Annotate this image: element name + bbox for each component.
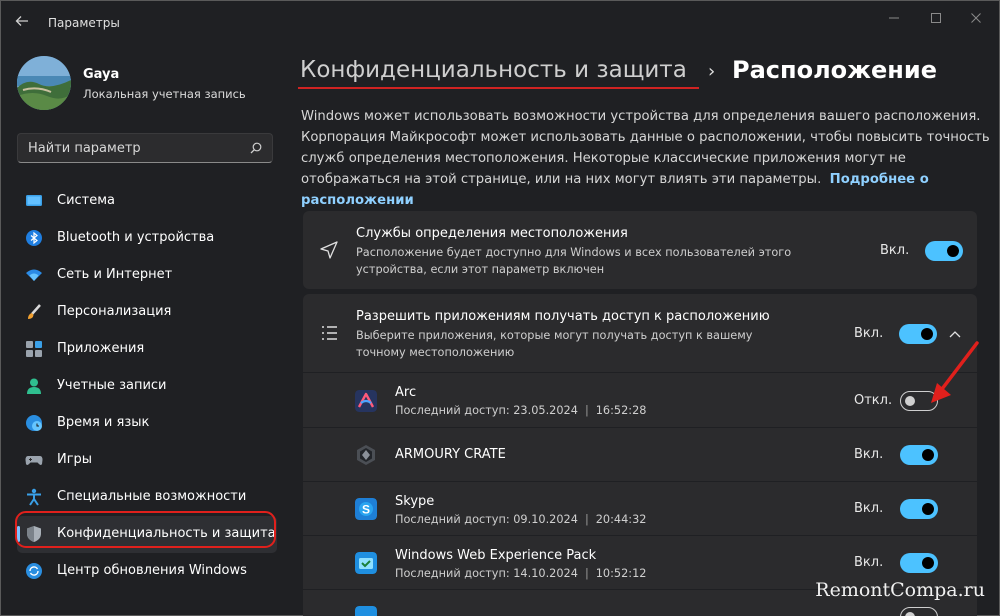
highlight-outline: [15, 511, 276, 548]
location-services-toggle[interactable]: [925, 241, 963, 261]
list-icon: [322, 326, 337, 340]
back-arrow-icon[interactable]: [15, 11, 35, 35]
app-last-access: Последний доступ: 23.05.2024 | 16:52:28: [395, 404, 647, 417]
arc-app-icon: [355, 390, 377, 412]
app-name: Arc: [395, 385, 417, 400]
watermark: RemontCompa.ru: [815, 579, 985, 601]
armoury-crate-app-icon: [357, 445, 375, 465]
location-arrow-icon: [320, 241, 338, 259]
app-name: Windows Web Experience Pack: [395, 548, 597, 563]
app-row-skype: S Skype Последний доступ: 09.10.2024 | 20:…: [303, 481, 977, 535]
partial-app-toggle[interactable]: [900, 607, 938, 616]
app-state: Вкл.: [854, 501, 884, 516]
location-services-card: Службы определения местоположения Распол…: [303, 211, 977, 289]
app-last-access: Последний доступ: 14.10.2024 | 10:52:12: [395, 567, 647, 580]
sidebar-item-apps[interactable]: Приложения: [17, 331, 277, 368]
sidebar-item-bluetooth[interactable]: Bluetooth и устройства: [17, 220, 277, 257]
app-access-state: Вкл.: [854, 326, 884, 341]
update-icon: [26, 563, 42, 579]
app-state: Откл.: [854, 393, 893, 408]
sidebar-item-accounts[interactable]: Учетные записи: [17, 368, 277, 405]
red-arrow-icon: [931, 341, 979, 403]
sidebar-item-windows-update[interactable]: Центр обновления Windows: [17, 553, 277, 590]
skype-app-icon: S: [355, 498, 377, 520]
armoury-crate-toggle[interactable]: [900, 445, 938, 465]
app-title: Параметры: [48, 16, 120, 30]
page-description: Windows может использовать возможности у…: [301, 109, 990, 208]
breadcrumb-separator: ›: [708, 61, 716, 82]
svg-text:S: S: [362, 503, 370, 517]
monitor-icon: [26, 195, 42, 206]
search-input[interactable]: Найти параметр: [17, 133, 273, 163]
chevron-up-icon[interactable]: [949, 329, 961, 339]
highlight-underline: [298, 87, 699, 89]
skype-toggle[interactable]: [900, 499, 938, 519]
profile-account-type: Локальная учетная запись: [83, 87, 246, 101]
search-placeholder: Найти параметр: [28, 141, 141, 156]
sidebar-item-network[interactable]: Сеть и Интернет: [17, 257, 277, 294]
accessibility-icon: [27, 488, 41, 506]
web-experience-pack-toggle[interactable]: [900, 553, 938, 573]
search-icon: [250, 142, 262, 154]
person-icon: [27, 378, 41, 394]
sidebar-item-personalization[interactable]: Персонализация: [17, 294, 277, 331]
app-state: Вкл.: [854, 555, 884, 570]
brush-icon: [28, 304, 41, 319]
page-title: Расположение: [732, 56, 937, 84]
apps-icon: [26, 341, 42, 357]
app-row-arc: Arc Последний доступ: 23.05.2024 | 16:52:2…: [303, 341, 979, 427]
sidebar-item-system[interactable]: Система: [17, 183, 277, 220]
location-services-subtitle: Расположение будет доступно для Windows …: [356, 246, 792, 276]
app-row-armoury-crate: ARMOURY CRATE Вкл.: [303, 427, 977, 481]
sidebar-item-gaming[interactable]: Игры: [17, 442, 277, 479]
app-state: Вкл.: [854, 447, 884, 462]
app-access-subtitle: Выберите приложения, которые могут получ…: [356, 329, 753, 359]
bluetooth-icon: [26, 230, 42, 246]
minimize-button[interactable]: [885, 9, 903, 27]
app-icon: [355, 606, 377, 616]
wifi-icon: [26, 269, 42, 281]
title-bar: Параметры: [1, 1, 1000, 47]
profile-name: Gaya: [83, 67, 120, 82]
sidebar-item-time-language[interactable]: Время и язык: [17, 405, 277, 442]
location-services-title: Службы определения местоположения: [356, 226, 628, 241]
avatar[interactable]: [17, 56, 71, 110]
globe-clock-icon: [26, 415, 42, 431]
app-name: Skype: [395, 494, 435, 509]
location-services-state: Вкл.: [880, 243, 910, 258]
maximize-button[interactable]: [927, 9, 945, 27]
gamepad-icon: [25, 456, 43, 465]
web-experience-pack-app-icon: [355, 552, 377, 574]
app-access-card[interactable]: Разрешить приложениям получать доступ к …: [303, 294, 977, 372]
app-last-access: Последний доступ: 09.10.2024 | 20:44:32: [395, 513, 647, 526]
breadcrumb-parent[interactable]: Конфиденциальность и защита: [300, 57, 687, 83]
close-button[interactable]: [967, 9, 985, 27]
app-name: ARMOURY CRATE: [395, 447, 506, 462]
app-access-title: Разрешить приложениям получать доступ к …: [356, 309, 770, 324]
